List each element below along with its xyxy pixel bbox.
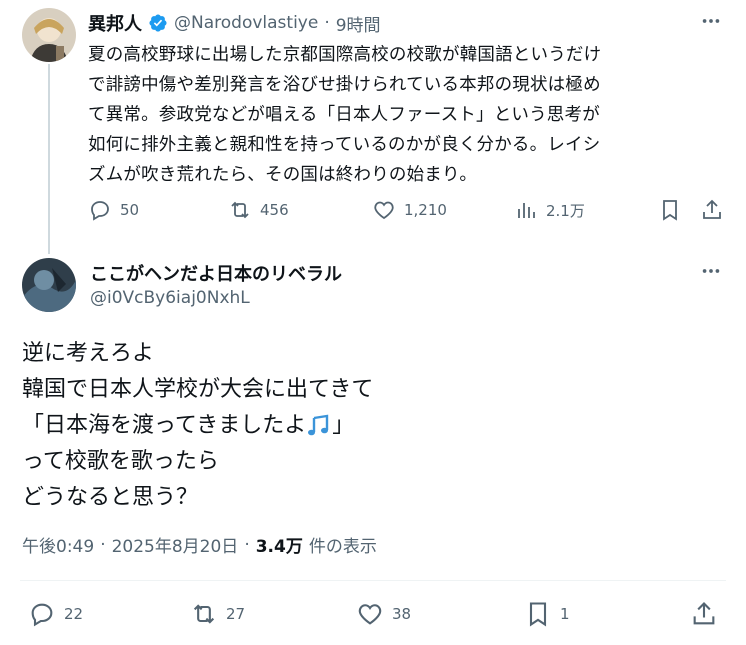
musical-notes-emoji: [306, 413, 332, 439]
reply-button[interactable]: 22: [28, 600, 83, 628]
display-name[interactable]: 異邦人: [88, 10, 142, 36]
bookmark-button[interactable]: 1: [524, 600, 570, 628]
share-icon: [693, 602, 715, 625]
tweet1-text: 夏の高校野球に出場した京都国際高校の校歌が韓国語というだけ で誹謗中傷や差別発言…: [88, 40, 728, 190]
display-name[interactable]: ここがヘンだよ日本のリベラル: [90, 260, 342, 286]
views-icon: [518, 203, 535, 218]
like-icon: [358, 604, 382, 625]
avatar-tweet2[interactable]: [22, 258, 76, 312]
repost-button[interactable]: 27: [190, 600, 245, 628]
more-icon[interactable]: [700, 10, 722, 37]
share-icon: [703, 199, 721, 219]
repost-button[interactable]: 456: [228, 198, 289, 222]
repost-icon: [231, 201, 249, 219]
reply-button[interactable]: 50: [88, 198, 139, 222]
like-icon: [374, 201, 394, 220]
reply-icon: [91, 201, 109, 221]
post-date[interactable]: 2025年8月20日: [112, 532, 239, 557]
avatar-tweet1[interactable]: [22, 8, 76, 62]
reply-count: 50: [120, 201, 140, 219]
post-time[interactable]: 9時間: [336, 11, 381, 36]
thread-line: [48, 64, 50, 254]
tweet1-line: 如何に排外主義と親和性を持っているのかが良く分かる。レイシ: [88, 135, 601, 155]
bookmark-icon: [529, 602, 547, 627]
views-count: 2.1万: [546, 201, 585, 220]
repost-icon: [193, 604, 215, 624]
tweet2-line: 韓国で日本人学校が大会に出てきて: [22, 377, 374, 402]
like-button[interactable]: 1,210: [372, 198, 447, 222]
tweet2-text: 逆に考えろよ 韓国で日本人学校が大会に出てきて 「日本海を渡ってきましたよ 」 …: [22, 336, 722, 516]
views-button[interactable]: 2.1万: [514, 198, 585, 222]
meta-separator: ·: [100, 534, 106, 555]
post-time[interactable]: 午後0:49: [22, 532, 94, 557]
meta-separator: ·: [244, 534, 250, 555]
post-meta: 午後0:49 · 2025年8月20日 · 3.4万 件の表示: [22, 532, 377, 558]
tweet1-line: 夏の高校野球に出場した京都国際高校の校歌が韓国語というだけ: [88, 45, 602, 65]
more-icon[interactable]: [700, 260, 722, 287]
share-button[interactable]: [700, 198, 724, 222]
tweet2-line: 「日本海を渡ってきましたよ: [22, 413, 307, 438]
reply-count: 22: [64, 605, 84, 623]
share-button[interactable]: [690, 600, 718, 628]
verified-badge-icon: [149, 14, 167, 32]
handle[interactable]: @Narodovlastiye: [174, 13, 318, 33]
tweet2-line: 逆に考えろよ: [22, 341, 155, 366]
like-button[interactable]: 38: [356, 600, 411, 628]
separator-dot: ·: [324, 13, 330, 33]
bookmark-icon: [663, 200, 677, 221]
divider: [20, 580, 726, 581]
tweet2-line: って校歌を歌ったら: [22, 449, 219, 474]
bookmark-count: 1: [560, 605, 570, 623]
tweet2-line: どうなると思う？: [22, 485, 199, 510]
tweet1-line: ズムが吹き荒れたら、その国は終わりの始まり。: [88, 165, 478, 185]
tweet1-line: で誹謗中傷や差別発言を浴びせ掛けられている本邦の現状は極め: [88, 75, 601, 95]
like-count: 38: [392, 605, 412, 623]
reply-icon: [31, 603, 53, 627]
like-count: 1,210: [404, 201, 447, 219]
tweet1-line: て異常。参政党などが唱える「日本人ファースト」という思考が: [88, 105, 600, 125]
bookmark-button[interactable]: [658, 198, 682, 222]
repost-count: 456: [260, 201, 289, 219]
views-count: 3.4万: [255, 537, 303, 557]
tweet2-line-end: 」: [332, 413, 355, 438]
repost-count: 27: [226, 605, 246, 623]
views-label: 件の表示: [308, 537, 377, 557]
handle[interactable]: @i0VcBy6iaj0NxhL: [90, 288, 250, 308]
